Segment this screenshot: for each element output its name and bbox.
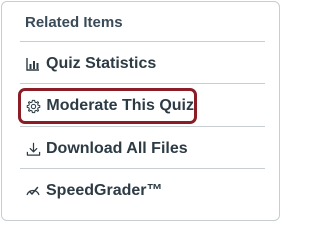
moderate-this-quiz-link[interactable]: Moderate This Quiz: [18, 88, 197, 124]
download-all-files-label: Download All Files: [46, 140, 188, 157]
download-icon: [25, 141, 41, 157]
statistics-icon: [25, 56, 41, 72]
gear-icon: [26, 98, 41, 114]
moderate-this-quiz-label: Moderate This Quiz: [46, 97, 194, 114]
related-items-heading: Related Items: [25, 14, 123, 31]
quiz-statistics-link[interactable]: Quiz Statistics: [20, 45, 265, 83]
download-all-files-link[interactable]: Download All Files: [20, 130, 265, 168]
speedgrader-label: SpeedGrader™: [46, 182, 163, 199]
divider: [20, 83, 265, 84]
speedgrader-icon: [25, 183, 41, 199]
divider: [20, 168, 265, 169]
related-items-panel: Related Items Quiz Statistics Moderate T…: [1, 1, 280, 221]
divider: [20, 126, 265, 127]
speedgrader-link[interactable]: SpeedGrader™: [20, 172, 265, 210]
divider: [20, 41, 265, 42]
quiz-statistics-label: Quiz Statistics: [46, 55, 157, 72]
